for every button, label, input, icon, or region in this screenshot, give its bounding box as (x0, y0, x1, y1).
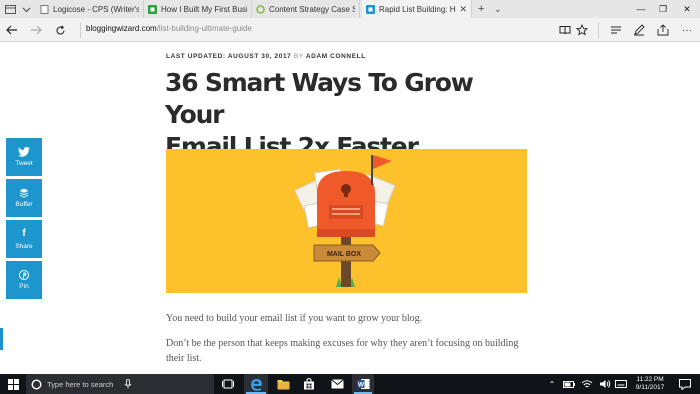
article-meta: LAST UPDATED: AUGUST 30, 2017 BY ADAM CO… (166, 53, 366, 60)
taskbar-file-explorer[interactable] (272, 374, 294, 394)
taskbar-search[interactable]: Type here to search (26, 374, 214, 394)
tab-actions-icon[interactable] (2, 0, 18, 18)
close-tab-icon[interactable]: ✕ (459, 4, 467, 15)
green-square-icon (148, 4, 157, 14)
windows-logo-icon (7, 378, 19, 390)
chevron-down-icon[interactable]: ⌄ (494, 0, 502, 18)
separator (80, 22, 81, 38)
author-link[interactable]: ADAM CONNELL (306, 53, 366, 60)
action-center-button[interactable] (676, 374, 694, 394)
share-label: Share (15, 242, 33, 250)
taskbar-edge[interactable] (244, 374, 268, 394)
favorite-star-icon[interactable] (575, 23, 589, 37)
volume-icon[interactable] (598, 374, 612, 394)
system-clock[interactable]: 11:22 PM 9/11/2017 (630, 376, 670, 392)
tab-title: Rapid List Building: How (379, 4, 456, 14)
url-field[interactable]: bloggingwizard.com/list-building-ultimat… (86, 24, 252, 33)
mailbox-illustration: MAIL BOX (294, 155, 396, 287)
taskbar-mail[interactable] (326, 374, 348, 394)
back-button[interactable] (4, 22, 20, 38)
paragraph-2-line-2: their list. (166, 353, 202, 364)
separator (598, 22, 599, 38)
share-icon[interactable] (656, 23, 670, 37)
minimize-icon[interactable]: — (630, 0, 652, 18)
refresh-icon (55, 25, 65, 34)
taskbar-store[interactable] (298, 374, 320, 394)
green-circle-icon (256, 4, 265, 14)
paragraph-1: You need to build your email list if you… (166, 313, 423, 324)
back-arrow-icon (6, 25, 17, 35)
last-updated: LAST UPDATED: AUGUST 30, 2017 (166, 53, 292, 60)
tab-title: How I Built My First Busines (161, 4, 247, 14)
share-tweet-button[interactable]: Tweet (6, 138, 42, 176)
blue-square-icon (366, 4, 375, 14)
web-note-pen-icon[interactable] (632, 23, 646, 37)
word-document-icon: W (357, 379, 369, 389)
url-path: /list-building-ultimate-guide (156, 24, 252, 33)
hero-image: MAIL BOX (166, 149, 527, 293)
tab-strip: Logicose - CPS (Writer's Par How I Built… (0, 0, 700, 18)
tab-rapid-list-building[interactable]: Rapid List Building: How ✕ (362, 0, 472, 18)
refresh-button[interactable] (52, 22, 68, 38)
battery-icon[interactable] (562, 374, 576, 394)
store-bag-icon (304, 378, 314, 390)
twitter-bird-icon (18, 147, 30, 157)
pinterest-p-icon (19, 270, 29, 280)
close-window-icon[interactable]: ✕ (676, 0, 698, 18)
windows-taskbar: Type here to search W ⌃ 11:22 PM 9/11/20… (0, 374, 700, 394)
url-host: bloggingwizard.com (86, 24, 157, 33)
web-page: LAST UPDATED: AUGUST 30, 2017 BY ADAM CO… (0, 43, 700, 374)
keyboard-icon[interactable] (614, 374, 628, 394)
share-buffer-button[interactable]: Buffer (6, 179, 42, 217)
tab-title: Logicose - CPS (Writer's Par (53, 4, 139, 14)
microphone-icon[interactable] (124, 379, 132, 389)
by-label: BY (293, 53, 304, 60)
task-view-button[interactable] (218, 374, 238, 394)
mail-envelope-icon (330, 379, 344, 389)
wifi-icon[interactable] (580, 374, 594, 394)
share-pinterest-button[interactable]: Pin (6, 261, 42, 299)
maximize-icon[interactable]: ❐ (652, 0, 674, 18)
taskbar-word[interactable]: W (352, 374, 374, 394)
search-placeholder: Type here to search (47, 379, 114, 389)
start-button[interactable] (3, 374, 23, 394)
tab-first-business[interactable]: How I Built My First Busines (144, 0, 252, 18)
svg-text:W: W (357, 382, 364, 389)
share-label: Pin (19, 283, 29, 290)
clock-time: 11:22 PM (636, 376, 664, 383)
new-tab-button[interactable]: + (478, 0, 484, 18)
notification-icon (679, 378, 691, 390)
facebook-f-icon: f (22, 227, 26, 239)
reading-view-icon[interactable] (558, 23, 572, 37)
paragraph-2-line-1: Don’t be the person that keeps making ex… (166, 338, 519, 349)
share-facebook-button[interactable]: f Share (6, 220, 42, 258)
buffer-stack-icon (19, 188, 29, 198)
tab-title: Content Strategy Case Stud (269, 4, 355, 14)
forward-button[interactable] (28, 22, 44, 38)
article-title-line-1: 36 Smart Ways To Grow Your (165, 68, 474, 129)
share-label: Tweet (15, 160, 33, 167)
share-label: Buffer (15, 201, 33, 208)
folder-icon (277, 379, 289, 389)
sign-text: MAIL BOX (327, 251, 361, 258)
cortana-circle-icon (31, 378, 42, 390)
tab-content-strategy[interactable]: Content Strategy Case Stud (252, 0, 360, 18)
address-bar: bloggingwizard.com/list-building-ultimat… (0, 18, 700, 42)
forward-arrow-icon (31, 25, 42, 35)
tab-preview-icon[interactable] (18, 0, 34, 18)
generic-page-icon (40, 4, 49, 14)
task-view-icon (222, 379, 234, 389)
chevron-up-icon[interactable]: ⌃ (546, 374, 558, 394)
clock-date: 9/11/2017 (635, 384, 665, 391)
tab-logicose[interactable]: Logicose - CPS (Writer's Par (36, 0, 144, 18)
more-dots-icon[interactable]: ··· (680, 23, 694, 37)
edge-browser-icon (250, 378, 262, 391)
hub-icon[interactable] (609, 23, 623, 37)
scroll-indicator[interactable] (0, 328, 3, 350)
